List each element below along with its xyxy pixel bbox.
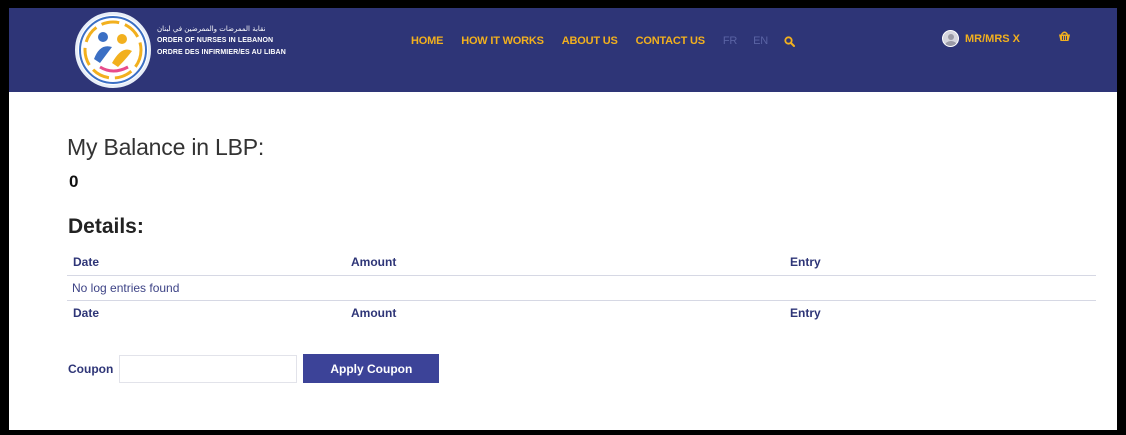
column-header-date[interactable]: Date <box>67 249 345 275</box>
footer-header-amount[interactable]: Amount <box>345 300 784 326</box>
empty-row: No log entries found <box>67 275 1096 300</box>
search-icon[interactable] <box>784 35 796 47</box>
nav-about-us-link[interactable]: ABOUT US <box>562 35 618 47</box>
balance-log-table: Date Amount Entry No log entries found D… <box>67 249 1096 326</box>
shopping-basket-icon[interactable] <box>1058 29 1071 47</box>
page: نقابة الممرضات والممرضين في لبنان ORDER … <box>9 8 1117 430</box>
column-header-amount[interactable]: Amount <box>345 249 784 275</box>
empty-message: No log entries found <box>72 280 180 295</box>
balance-value: 0 <box>69 172 79 191</box>
coupon-label: Coupon <box>68 361 114 376</box>
site-logo[interactable]: نقابة الممرضات والممرضين في لبنان ORDER … <box>75 12 310 88</box>
coupon-form: Coupon Apply Coupon <box>68 354 440 383</box>
table-footer-row: Date Amount Entry <box>67 300 1096 326</box>
nav-contact-us-link[interactable]: CONTACT US <box>636 35 705 47</box>
logo-emblem-icon <box>75 12 151 88</box>
lang-fr-link[interactable]: FR <box>723 35 737 47</box>
nav-home-link[interactable]: HOME <box>411 35 443 47</box>
table-header-row: Date Amount Entry <box>67 249 1096 275</box>
details-title: Details: <box>68 215 144 238</box>
logo-text: نقابة الممرضات والممرضين في لبنان ORDER … <box>157 23 286 59</box>
logo-arabic-name: نقابة الممرضات والممرضين في لبنان <box>157 25 266 33</box>
user-menu[interactable]: MR/MRS X <box>942 30 1020 47</box>
user-avatar-icon <box>942 30 959 47</box>
nav-how-it-works-link[interactable]: HOW IT WORKS <box>461 35 544 47</box>
screenshot-frame: نقابة الممرضات والممرضين في لبنان ORDER … <box>0 0 1126 435</box>
site-header: نقابة الممرضات والممرضين في لبنان ORDER … <box>9 8 1117 92</box>
coupon-input[interactable] <box>119 354 298 383</box>
balance-title: My Balance in LBP: <box>67 134 265 160</box>
logo-french-name: ORDRE DES INFIRMIER/ES AU LIBAN <box>157 49 286 56</box>
main-nav: HOME HOW IT WORKS ABOUT US CONTACT US FR… <box>411 33 796 49</box>
footer-header-date[interactable]: Date <box>67 300 345 326</box>
column-header-entry[interactable]: Entry <box>784 249 1096 275</box>
lang-en-link[interactable]: EN <box>753 35 768 47</box>
user-name: MR/MRS X <box>965 32 1020 45</box>
apply-coupon-button[interactable]: Apply Coupon <box>303 354 440 383</box>
logo-english-name: ORDER OF NURSES IN LEBANON <box>157 37 274 44</box>
footer-header-entry[interactable]: Entry <box>784 300 1096 326</box>
